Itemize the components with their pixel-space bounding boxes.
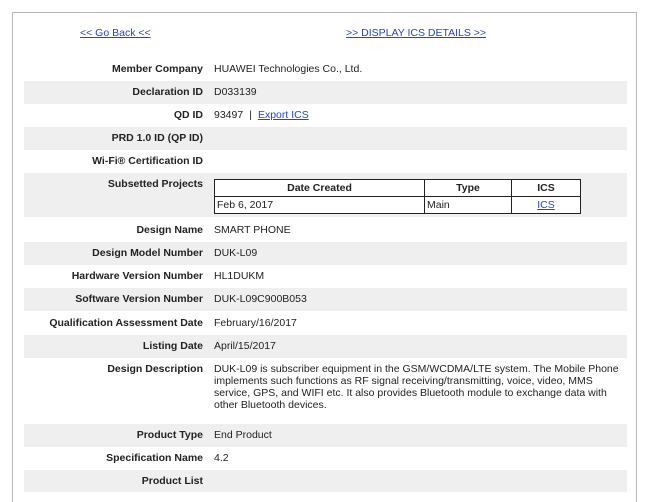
row-declaration-id: Declaration ID D033139 — [24, 81, 627, 104]
design-name-value: SMART PHONE — [214, 224, 291, 236]
design-model-label: Design Model Number — [92, 247, 203, 259]
member-company-value: HUAWEI Technologies Co., Ltd. — [214, 63, 363, 75]
declaration-id-value: D033139 — [214, 86, 257, 98]
qd-id-separator: | — [249, 109, 252, 121]
member-company-label: Member Company — [111, 63, 203, 75]
qd-id-label: QD ID — [173, 109, 203, 121]
declaration-id-label: Declaration ID — [132, 86, 203, 98]
row-design-description: Design Description DUK-L09 is subscriber… — [24, 358, 627, 420]
design-description-label: Design Description — [107, 363, 203, 375]
hardware-version-label: Hardware Version Number — [71, 270, 203, 282]
row-qd-id: QD ID 93497 | Export ICS — [24, 104, 627, 127]
col-date-created: Date Created — [214, 179, 425, 197]
row-spec-name: Specification Name 4.2 — [24, 447, 627, 470]
design-description-value: DUK-L09 is subscriber equipment in the G… — [214, 363, 619, 411]
wifi-cert-label: Wi-Fi® Certification ID — [92, 155, 203, 167]
qa-date-value: February/16/2017 — [214, 317, 297, 329]
listing-date-value: April/15/2017 — [214, 340, 276, 352]
table-header-row: Date Created Type ICS — [214, 179, 581, 197]
cell-type: Main — [424, 196, 512, 214]
row-hardware-version: Hardware Version Number HL1DUKM — [24, 265, 627, 288]
row-listing-date: Listing Date April/15/2017 — [24, 335, 627, 358]
go-back-link[interactable]: << Go Back << — [80, 27, 151, 39]
software-version-label: Software Version Number — [75, 293, 203, 305]
row-design-name: Design Name SMART PHONE — [24, 219, 627, 242]
hardware-version-value: HL1DUKM — [214, 270, 265, 282]
software-version-value: DUK-L09C900B053 — [214, 293, 307, 305]
col-ics: ICS — [511, 179, 581, 197]
ics-link[interactable]: ICS — [537, 199, 555, 211]
spec-name-value: 4.2 — [214, 452, 229, 464]
row-wifi-cert: Wi-Fi® Certification ID — [24, 150, 627, 173]
product-type-label: Product Type — [136, 429, 203, 441]
qd-id-value: 93497 — [214, 109, 244, 121]
subsetted-projects-label: Subsetted Projects — [107, 178, 203, 190]
subsetted-projects-table: Date Created Type ICS Feb 6, 2017 Main I… — [214, 179, 581, 214]
cell-date-created: Feb 6, 2017 — [214, 196, 425, 214]
design-name-label: Design Name — [136, 224, 203, 236]
display-ics-details-link[interactable]: >> DISPLAY ICS DETAILS >> — [346, 27, 486, 39]
product-list-label: Product List — [141, 475, 203, 487]
export-ics-link[interactable]: Export ICS — [258, 109, 309, 121]
spec-name-label: Specification Name — [106, 452, 203, 464]
col-type: Type — [424, 179, 512, 197]
qd-id-value-group: 93497 | Export ICS — [214, 109, 309, 121]
table-row: Feb 6, 2017 Main ICS — [214, 196, 581, 214]
row-prd-id: PRD 1.0 ID (QP ID) — [24, 127, 627, 150]
row-software-version: Software Version Number DUK-L09C900B053 — [24, 288, 627, 311]
row-product-list: Product List — [24, 470, 627, 492]
product-type-value: End Product — [214, 429, 272, 441]
cell-ics[interactable]: ICS — [511, 196, 581, 214]
design-model-value: DUK-L09 — [214, 247, 258, 259]
listing-date-label: Listing Date — [142, 340, 203, 352]
row-member-company: Member Company HUAWEI Technologies Co., … — [24, 58, 627, 81]
prd-id-label: PRD 1.0 ID (QP ID) — [111, 132, 203, 144]
row-design-model: Design Model Number DUK-L09 — [24, 242, 627, 265]
qa-date-label: Qualification Assessment Date — [49, 317, 203, 329]
row-qa-date: Qualification Assessment Date February/1… — [24, 312, 627, 335]
row-product-type: Product Type End Product — [24, 424, 627, 447]
